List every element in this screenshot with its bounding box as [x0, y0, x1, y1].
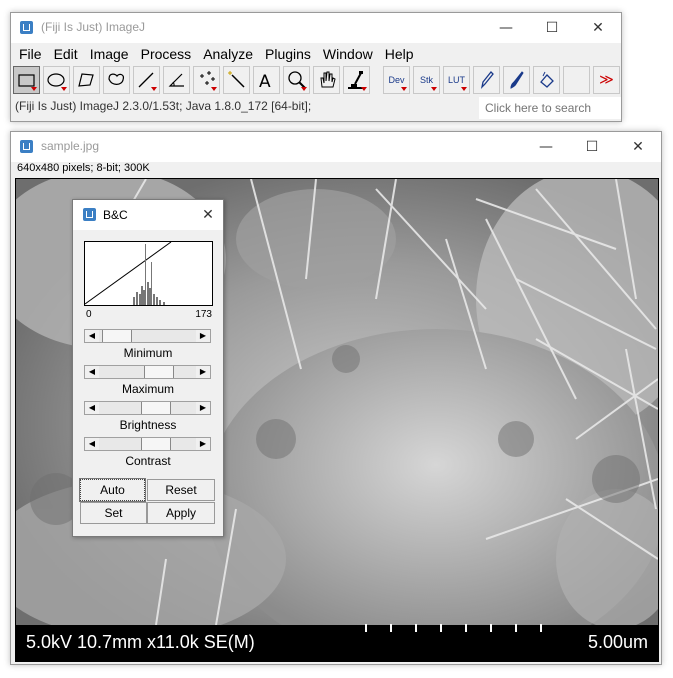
set-button[interactable]: Set	[80, 502, 147, 524]
slider-thumb[interactable]	[141, 402, 171, 414]
polygon-tool-icon[interactable]	[73, 66, 100, 94]
text-tool-icon[interactable]: A	[253, 66, 280, 94]
tool-bar: A Dev Stk LUT ≫	[13, 65, 620, 95]
image-window-icon	[20, 140, 33, 153]
histogram-max-label: 173	[195, 309, 212, 320]
histogram-plot	[84, 241, 172, 305]
scale-ticks	[365, 624, 542, 632]
menu-bar: File Edit Image Process Analyze Plugins Window…	[11, 43, 621, 65]
bc-close-icon[interactable]: ✕	[193, 200, 223, 230]
histogram-min-label: 0	[86, 309, 92, 320]
pencil-tool-icon[interactable]	[473, 66, 500, 94]
image-minimize-icon[interactable]: —	[523, 132, 569, 162]
reset-button[interactable]: Reset	[147, 479, 215, 501]
search-input[interactable]	[479, 97, 621, 119]
dropper-tool-icon[interactable]	[343, 66, 370, 94]
brush-tool-icon[interactable]	[503, 66, 530, 94]
bc-title: B&C	[103, 208, 128, 222]
slider-right-arrow-icon[interactable]: ▶	[196, 330, 210, 342]
zoom-tool-icon[interactable]	[283, 66, 310, 94]
status-row: (Fiji Is Just) ImageJ 2.3.0/1.53t; Java …	[11, 95, 621, 119]
menu-window[interactable]: Window	[317, 43, 379, 65]
scale-bar: 5.0kV 10.7mm x11.0k SE(M) 5.00um	[16, 624, 658, 661]
maximum-slider[interactable]: ◀ ▶	[84, 365, 211, 379]
slider-left-arrow-icon[interactable]: ◀	[85, 402, 99, 414]
contrast-label: Contrast	[125, 454, 171, 468]
menu-analyze[interactable]: Analyze	[197, 43, 259, 65]
slider-right-arrow-icon[interactable]: ▶	[196, 438, 210, 450]
auto-button[interactable]: Auto	[79, 478, 146, 502]
slider-track[interactable]	[99, 438, 196, 450]
line-tool-icon[interactable]	[133, 66, 160, 94]
brightness-slider[interactable]: ◀ ▶	[84, 401, 211, 415]
svg-text:A: A	[259, 72, 271, 92]
imagej-main-window: (Fiji Is Just) ImageJ — ☐ ✕ File Edit Imag…	[10, 12, 622, 122]
histogram	[84, 241, 213, 306]
slider-left-arrow-icon[interactable]: ◀	[85, 366, 99, 378]
hand-tool-icon[interactable]	[313, 66, 340, 94]
slider-left-arrow-icon[interactable]: ◀	[85, 438, 99, 450]
image-window-title: sample.jpg	[41, 139, 100, 153]
slider-thumb[interactable]	[144, 366, 174, 378]
brightness-contrast-dialog: B&C ✕ 0 173 ◀ ▶ Minimum ◀ ▶ Maximum ◀ ▶ …	[72, 199, 224, 537]
minimum-label: Minimum	[123, 346, 173, 360]
bc-title-bar[interactable]: B&C ✕	[73, 200, 223, 230]
stk-tool-button[interactable]: Stk	[413, 66, 440, 94]
image-info: 640x480 pixels; 8-bit; 300K	[17, 162, 150, 174]
maximum-label: Maximum	[121, 382, 174, 396]
wand-tool-icon[interactable]	[223, 66, 250, 94]
minimum-slider[interactable]: ◀ ▶	[84, 329, 211, 343]
slider-track[interactable]	[99, 402, 196, 414]
menu-plugins[interactable]: Plugins	[259, 43, 317, 65]
slider-thumb[interactable]	[141, 438, 171, 450]
more-tools-icon[interactable]: ≫	[593, 66, 620, 94]
slider-right-arrow-icon[interactable]: ▶	[196, 366, 210, 378]
image-title-bar[interactable]: sample.jpg — ☐ ✕	[11, 132, 661, 162]
brightness-label: Brightness	[119, 418, 177, 432]
fiji-app-icon	[20, 21, 33, 34]
multipoint-tool-icon[interactable]	[193, 66, 220, 94]
menu-image[interactable]: Image	[84, 43, 135, 65]
freehand-tool-icon[interactable]	[103, 66, 130, 94]
scale-bar-params: 5.0kV 10.7mm x11.0k SE(M)	[26, 632, 255, 652]
slider-right-arrow-icon[interactable]: ▶	[196, 402, 210, 414]
scale-bar-length: 5.00um	[587, 632, 648, 652]
empty-tool-slot[interactable]	[563, 66, 590, 94]
minimize-icon[interactable]: —	[483, 13, 529, 43]
oval-tool-icon[interactable]	[43, 66, 70, 94]
main-window-title: (Fiji Is Just) ImageJ	[41, 20, 146, 34]
close-icon[interactable]: ✕	[575, 13, 621, 43]
contrast-slider[interactable]: ◀ ▶	[84, 437, 211, 451]
lut-tool-button[interactable]: LUT	[443, 66, 470, 94]
rectangle-tool-icon[interactable]	[13, 66, 40, 94]
slider-left-arrow-icon[interactable]: ◀	[85, 330, 99, 342]
maximize-icon[interactable]: ☐	[529, 13, 575, 43]
angle-tool-icon[interactable]	[163, 66, 190, 94]
apply-button[interactable]: Apply	[147, 502, 215, 524]
menu-edit[interactable]: Edit	[48, 43, 84, 65]
status-text: (Fiji Is Just) ImageJ 2.3.0/1.53t; Java …	[15, 99, 312, 113]
menu-help[interactable]: Help	[379, 43, 420, 65]
main-title-bar[interactable]: (Fiji Is Just) ImageJ — ☐ ✕	[11, 13, 621, 43]
menu-process[interactable]: Process	[135, 43, 198, 65]
image-close-icon[interactable]: ✕	[615, 132, 661, 162]
slider-track[interactable]	[99, 366, 196, 378]
image-maximize-icon[interactable]: ☐	[569, 132, 615, 162]
dev-tool-button[interactable]: Dev	[383, 66, 410, 94]
flood-fill-tool-icon[interactable]	[533, 66, 560, 94]
menu-file[interactable]: File	[13, 43, 48, 65]
bc-window-icon	[83, 208, 96, 221]
slider-thumb[interactable]	[102, 330, 132, 342]
slider-track[interactable]	[99, 330, 196, 342]
